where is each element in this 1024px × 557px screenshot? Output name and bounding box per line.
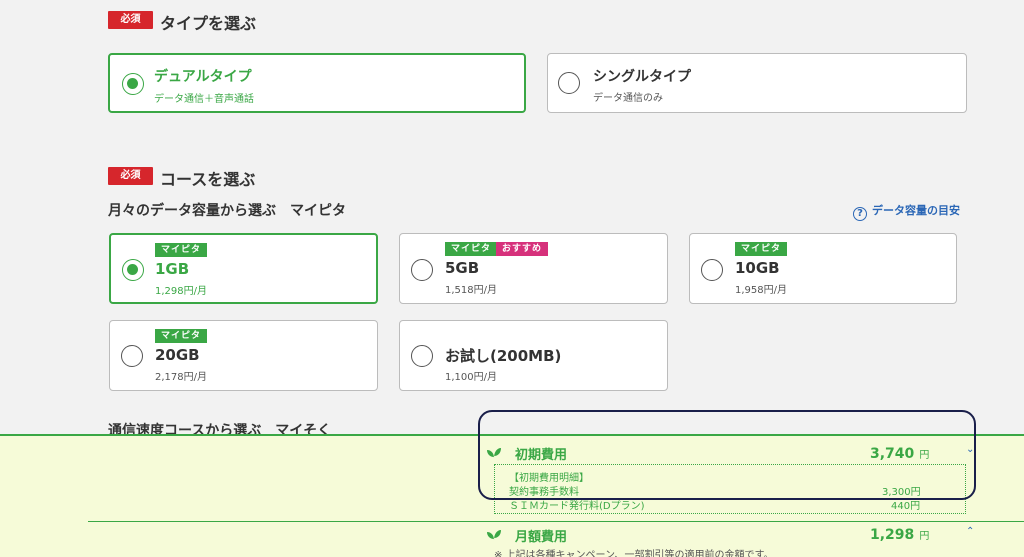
course-name: お試し(200MB) <box>445 347 562 365</box>
course-name: 10GB <box>735 259 780 277</box>
course-name: 20GB <box>155 346 200 364</box>
type-option-name: シングルタイプ <box>593 69 691 85</box>
radio-button[interactable] <box>121 345 143 367</box>
type-option-dual[interactable]: デュアルタイプ データ通信＋音声通話 <box>108 53 526 113</box>
monthly-fee-title: 月額費用 <box>515 530 568 545</box>
radio-button[interactable] <box>122 259 144 281</box>
course-price: 2,178円/月 <box>155 372 207 383</box>
course-price: 1,958円/月 <box>735 285 787 296</box>
maipita-tag: マイピタ <box>445 242 498 256</box>
radio-selected-dot <box>127 264 138 275</box>
sprout-icon <box>486 526 502 545</box>
course-name: 1GB <box>155 260 190 278</box>
course-option-10gb[interactable]: マイピタ 10GB 1,958円/月 <box>689 233 957 304</box>
annotation-highlight-box <box>478 410 976 500</box>
fee-note: ※ 上記は各種キャンペーン、一部割引等の適用前の金額です。 <box>494 550 774 557</box>
recommended-tag: おすすめ <box>496 242 549 256</box>
monthly-fee-amount: 1,298 <box>870 527 915 543</box>
course-price: 1,298円/月 <box>155 286 207 297</box>
fee-divider <box>88 521 1024 522</box>
maipita-tag: マイピタ <box>735 242 788 256</box>
course-option-5gb[interactable]: マイピタ おすすめ 5GB 1,518円/月 <box>399 233 668 304</box>
course-option-20gb[interactable]: マイピタ 20GB 2,178円/月 <box>109 320 378 391</box>
type-option-single[interactable]: シングルタイプ データ通信のみ <box>547 53 967 113</box>
course-section-title: コースを選ぶ <box>160 170 256 189</box>
maipita-tag: マイピタ <box>155 243 208 257</box>
type-option-name: デュアルタイプ <box>154 69 252 85</box>
course-name: 5GB <box>445 259 480 277</box>
question-circle-icon: ? <box>853 207 867 221</box>
course-subtitle: 月々のデータ容量から選ぶ マイピタ <box>108 203 346 219</box>
course-option-trial[interactable]: お試し(200MB) 1,100円/月 <box>399 320 668 391</box>
maipita-tag: マイピタ <box>155 329 208 343</box>
radio-button[interactable] <box>411 259 433 281</box>
radio-button[interactable] <box>701 259 723 281</box>
radio-button[interactable] <box>122 73 144 95</box>
course-option-1gb[interactable]: マイピタ 1GB 1,298円/月 <box>109 233 378 304</box>
course-price: 1,100円/月 <box>445 372 497 383</box>
required-badge: 必須 <box>108 167 153 185</box>
help-link-label: データ容量の目安 <box>872 204 960 217</box>
monthly-fee-unit: 円 <box>919 531 930 542</box>
course-price: 1,518円/月 <box>445 285 497 296</box>
chevron-up-icon[interactable]: ⌃ <box>966 526 974 537</box>
radio-button[interactable] <box>558 72 580 94</box>
data-capacity-guide-link[interactable]: ? データ容量の目安 <box>853 202 960 221</box>
type-section-title: タイプを選ぶ <box>160 14 257 33</box>
radio-selected-dot <box>127 78 138 89</box>
type-option-sub: データ通信のみ <box>593 93 663 104</box>
monthly-fee-total: 1,298 円 <box>870 524 929 543</box>
required-badge: 必須 <box>108 11 153 29</box>
type-option-sub: データ通信＋音声通話 <box>154 94 254 105</box>
radio-button[interactable] <box>411 345 433 367</box>
